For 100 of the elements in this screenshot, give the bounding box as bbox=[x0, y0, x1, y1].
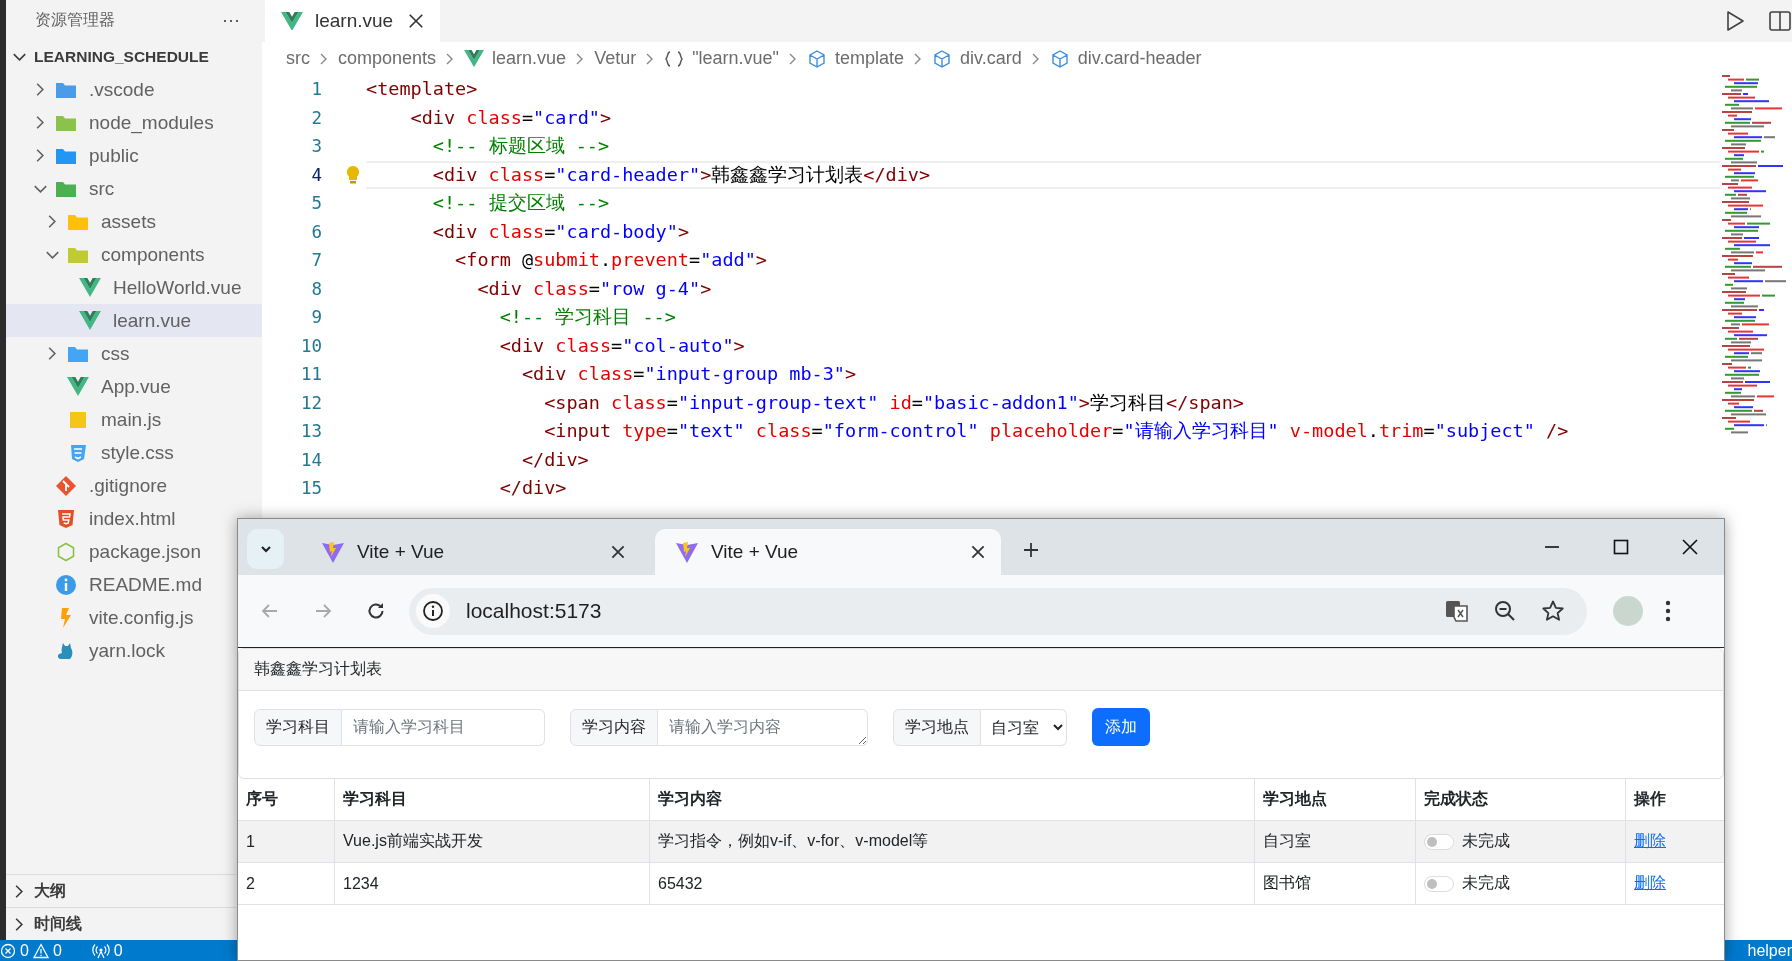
tree-item[interactable]: style.css bbox=[6, 436, 236, 469]
delete-link[interactable]: 删除 bbox=[1634, 873, 1666, 894]
line-number: 3 bbox=[310, 135, 322, 158]
triangle-logo-icon bbox=[321, 540, 345, 564]
profile-avatar[interactable] bbox=[1613, 596, 1643, 626]
code-line: <!-- 提交区域 --> bbox=[431, 191, 611, 215]
add-button[interactable]: 添加 bbox=[1092, 708, 1150, 746]
tree-item[interactable]: vite.config.js bbox=[6, 601, 236, 634]
code-line: <div class="col-auto"> bbox=[498, 333, 746, 358]
text-area[interactable]: 请输入学习内容 bbox=[658, 708, 868, 746]
code-line: <span class="input-group-text" id="basic-addon1">学习科目</span> bbox=[543, 390, 1245, 415]
line-number: 2 bbox=[310, 106, 322, 130]
line-number: 6 bbox=[310, 220, 322, 244]
info-icon bbox=[422, 600, 444, 622]
line-number: 7 bbox=[310, 249, 322, 272]
card-header: 韩鑫鑫学习计划表 bbox=[239, 649, 1723, 691]
table-cell: 图书馆 bbox=[1255, 863, 1416, 905]
place-select[interactable]: 自习室 bbox=[981, 708, 1067, 746]
diamond-icon bbox=[55, 474, 77, 497]
text-input[interactable]: 请输入学习科目 bbox=[342, 708, 545, 746]
tree-item[interactable]: src bbox=[6, 172, 236, 205]
code-line: <!-- 学习科目 --> bbox=[498, 305, 677, 329]
tree-item[interactable]: main.js bbox=[6, 403, 236, 436]
tree-item[interactable]: learn.vue bbox=[6, 304, 262, 337]
v-logo-icon bbox=[464, 49, 485, 68]
triangle-logo-icon bbox=[675, 540, 699, 564]
script-file-icon bbox=[67, 409, 89, 430]
delete-link[interactable]: 删除 bbox=[1634, 831, 1666, 852]
close-icon bbox=[609, 543, 627, 561]
play-icon bbox=[1724, 9, 1746, 33]
line-number: 11 bbox=[299, 363, 322, 386]
table-cell: 1234 bbox=[335, 863, 650, 905]
problems-button[interactable]: 0 0 bbox=[0, 940, 68, 961]
split-editor-icon bbox=[1768, 9, 1792, 33]
tab-list-button[interactable] bbox=[247, 529, 284, 569]
table-cell: 自习室 bbox=[1255, 821, 1416, 863]
breadcrumb-item[interactable]: div.card-header bbox=[1049, 48, 1202, 69]
input-group-label: 学习科目 bbox=[254, 708, 342, 746]
breadcrumb-item[interactable]: learn.vue bbox=[464, 48, 567, 69]
menu-button[interactable] bbox=[1665, 600, 1671, 622]
kebab-menu-icon bbox=[1665, 600, 1671, 622]
code-line: <div class="card"> bbox=[409, 105, 613, 130]
status-text: helper bbox=[1747, 941, 1792, 960]
breadcrumb-item[interactable]: src bbox=[286, 48, 310, 69]
address-bar[interactable]: localhost:5173 bbox=[409, 587, 1587, 635]
tree-item[interactable]: index.html bbox=[6, 502, 236, 535]
tree-item[interactable]: .vscode bbox=[6, 73, 236, 106]
line-number: 8 bbox=[310, 277, 322, 301]
breadcrumb-item[interactable]: Vetur bbox=[594, 48, 637, 69]
breadcrumb-item[interactable]: template bbox=[807, 48, 905, 69]
chevron-icon bbox=[48, 347, 56, 360]
tree-item[interactable]: App.vue bbox=[6, 370, 236, 403]
tree-item[interactable]: public bbox=[6, 139, 236, 172]
breadcrumb-item[interactable]: "learn.vue" bbox=[664, 48, 779, 69]
more-button[interactable]: ··· bbox=[222, 9, 240, 31]
cube-icon bbox=[807, 48, 827, 69]
status-text: 未完成 bbox=[1462, 873, 1510, 893]
chevron-icon bbox=[36, 116, 44, 129]
tree-item[interactable]: .gitignore bbox=[6, 469, 236, 502]
minimize-icon bbox=[1544, 546, 1559, 548]
tree-item[interactable]: README.md bbox=[6, 568, 236, 601]
code-line: <div class="input-group mb-3"> bbox=[520, 362, 858, 386]
chevron-icon bbox=[36, 149, 44, 162]
workspace-folder[interactable]: LEARNING_SCHEDULE bbox=[6, 40, 236, 73]
tree-item[interactable]: yarn.lock bbox=[6, 634, 236, 667]
cube-icon bbox=[932, 48, 953, 69]
ports-button[interactable]: 0 bbox=[91, 940, 129, 961]
tree-item[interactable]: HelloWorld.vue bbox=[6, 271, 242, 304]
editor-tab[interactable]: learn.vue bbox=[265, 0, 440, 42]
cube-icon bbox=[1049, 48, 1070, 69]
url-text: localhost:5173 bbox=[466, 599, 603, 623]
zoom-out-icon bbox=[1493, 599, 1517, 623]
toggle-switch[interactable] bbox=[1424, 833, 1454, 850]
line-number: 5 bbox=[310, 192, 322, 215]
info-icon bbox=[55, 573, 77, 596]
tree-item[interactable]: css bbox=[6, 337, 236, 370]
breadcrumb-item[interactable]: div.card bbox=[932, 48, 1022, 69]
line-number: 1 bbox=[310, 78, 322, 101]
close-icon bbox=[969, 543, 987, 561]
breadcrumb-item[interactable]: components bbox=[338, 48, 437, 69]
tree-item[interactable]: package.json bbox=[6, 535, 236, 568]
code-line: <div class="row g-4"> bbox=[476, 276, 713, 301]
chevron-icon bbox=[45, 250, 59, 259]
section-header[interactable]: 大纲 bbox=[6, 874, 236, 907]
chevron-icon bbox=[15, 917, 23, 931]
toggle-switch[interactable] bbox=[1424, 875, 1454, 892]
browser-tab[interactable]: Vite + Vue bbox=[301, 529, 641, 575]
chevron-icon bbox=[48, 215, 56, 228]
code-line: <div class="card-header">韩鑫鑫学习计划表</div> bbox=[366, 160, 1720, 189]
browser-tab[interactable]: Vite + Vue bbox=[655, 529, 1001, 575]
tree-item[interactable]: node_modules bbox=[6, 106, 236, 139]
panel-title: 资源管理器 bbox=[35, 9, 115, 30]
chevron-icon bbox=[33, 184, 47, 193]
braces-icon bbox=[664, 49, 685, 68]
tree-item[interactable]: assets bbox=[6, 205, 236, 238]
run-button[interactable] bbox=[1724, 9, 1746, 33]
split-editor-button[interactable] bbox=[1768, 9, 1792, 33]
line-number: 10 bbox=[299, 334, 322, 358]
code-line: <input type="text" class="form-control" placeholder="请输入学习科目" v-model.trim="subject" /> bbox=[543, 419, 1570, 443]
tree-item[interactable]: components bbox=[6, 238, 236, 271]
